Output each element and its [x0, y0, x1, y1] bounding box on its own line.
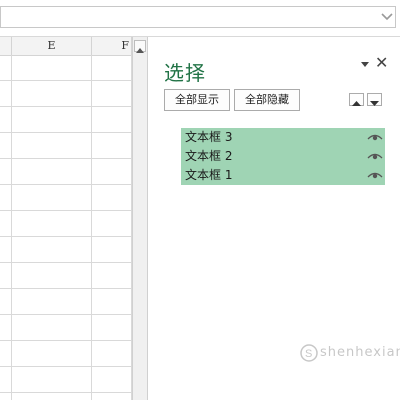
- grid-line: [0, 80, 132, 81]
- vertical-scrollbar[interactable]: [132, 37, 148, 400]
- svg-text:S: S: [305, 348, 312, 360]
- scroll-up-button[interactable]: [134, 40, 146, 53]
- show-all-button[interactable]: 全部显示: [164, 89, 230, 111]
- item-label: 文本框 3: [185, 130, 233, 144]
- formula-input[interactable]: [0, 6, 396, 28]
- column-header-e[interactable]: E: [12, 37, 92, 55]
- column-header-row: E F: [0, 37, 132, 56]
- hide-all-button[interactable]: 全部隐藏: [234, 89, 300, 111]
- pane-title: 选择: [164, 61, 206, 85]
- grid-line: [0, 132, 132, 133]
- bring-forward-button[interactable]: [349, 93, 364, 106]
- triangle-up-icon: [136, 48, 144, 53]
- eye-icon[interactable]: [367, 152, 383, 161]
- triangle-down-icon: [370, 101, 379, 106]
- formula-bar: [0, 0, 400, 37]
- item-label: 文本框 2: [185, 149, 233, 163]
- shape-list: 文本框 3 文本框 2 文本框 1: [181, 128, 385, 185]
- grid-line: [0, 236, 132, 237]
- eye-icon[interactable]: [367, 133, 383, 142]
- column-header-d[interactable]: [0, 37, 12, 55]
- grid-line: [0, 158, 132, 159]
- grid-line: [0, 106, 132, 107]
- watermark: S shenhexian: [300, 342, 400, 364]
- watermark-text: shenhexian: [320, 345, 400, 360]
- column-header-f[interactable]: F: [92, 37, 132, 55]
- list-item[interactable]: 文本框 2: [181, 147, 385, 166]
- close-icon[interactable]: ✕: [375, 54, 388, 72]
- eye-icon[interactable]: [367, 171, 383, 180]
- grid-line: [0, 392, 132, 393]
- pane-options-icon[interactable]: [360, 59, 370, 69]
- spreadsheet-grid[interactable]: E F: [0, 37, 132, 400]
- item-label: 文本框 1: [185, 168, 233, 182]
- list-item[interactable]: 文本框 3: [181, 128, 385, 147]
- grid-line: [0, 288, 132, 289]
- grid-line: [0, 366, 132, 367]
- grid-line: [0, 184, 132, 185]
- grid-line: [0, 314, 132, 315]
- triangle-up-icon: [352, 101, 361, 106]
- send-backward-button[interactable]: [367, 93, 382, 106]
- watermark-logo-icon: S: [300, 344, 318, 362]
- list-item[interactable]: 文本框 1: [181, 166, 385, 185]
- grid-line: [0, 210, 132, 211]
- grid-line: [0, 340, 132, 341]
- chevron-down-icon[interactable]: [380, 9, 394, 23]
- grid-line: [0, 262, 132, 263]
